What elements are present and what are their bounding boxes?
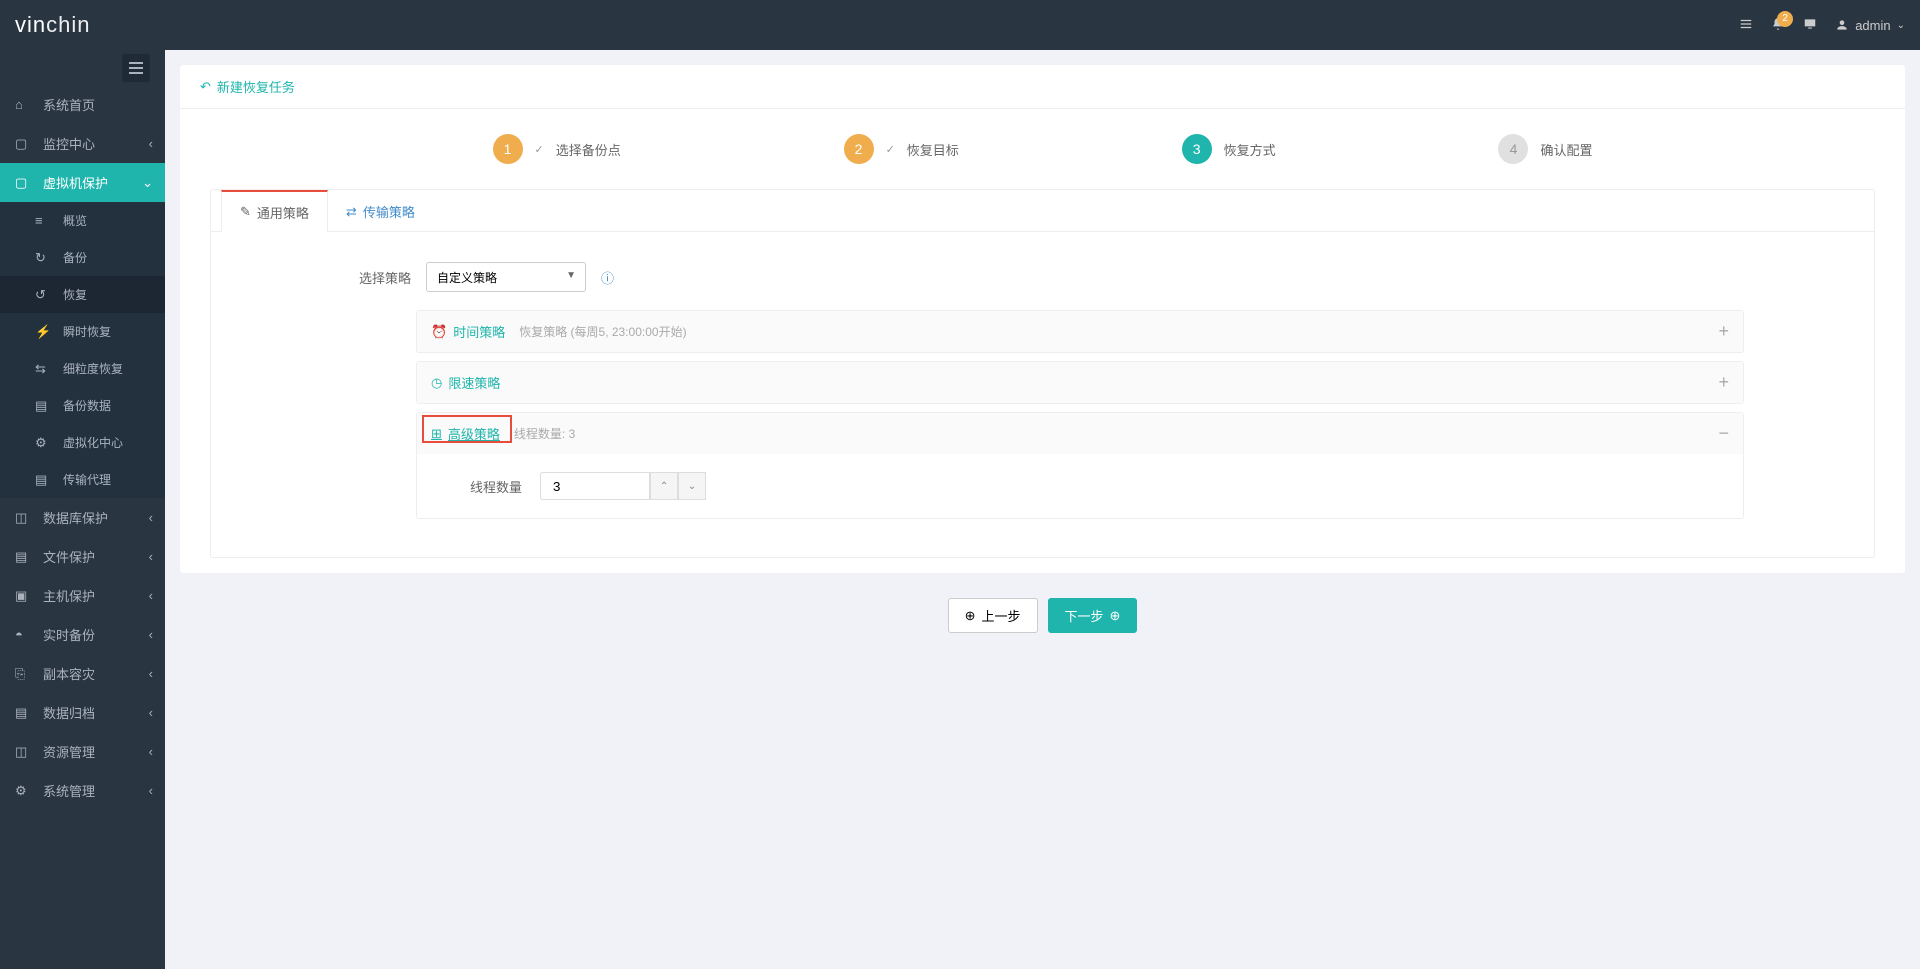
chevron-left-icon: ‹	[149, 783, 153, 798]
strategy-label: 选择策略	[341, 268, 411, 287]
file-icon: ▤	[15, 549, 33, 565]
step-3[interactable]: 3 恢复方式	[1182, 134, 1276, 164]
archive-icon: ▤	[15, 705, 33, 721]
sidebar-item-replica[interactable]: ⎘副本容灾‹	[0, 654, 165, 693]
plus-icon: +	[1718, 372, 1729, 393]
granular-icon: ⇆	[35, 361, 53, 377]
panel-speed-header[interactable]: ◷限速策略 +	[417, 362, 1743, 403]
chevron-left-icon: ‹	[149, 588, 153, 603]
data-icon: ▤	[35, 398, 53, 414]
notification-badge: 2	[1777, 11, 1793, 27]
back-arrow-icon: ↶	[200, 79, 211, 95]
prev-button[interactable]: ⊕ 上一步	[948, 598, 1038, 633]
sidebar-sub-instant[interactable]: ⚡瞬时恢复	[0, 313, 165, 350]
sidebar-toggle-button[interactable]	[122, 54, 150, 82]
upload-icon: ↻	[35, 250, 53, 266]
sidebar-sub-restore[interactable]: ↺恢复	[0, 276, 165, 313]
check-icon: ✓	[886, 143, 895, 156]
logo: vinchin	[15, 12, 90, 38]
step-2[interactable]: 2 ✓ 恢复目标	[844, 134, 959, 164]
sidebar-item-system[interactable]: ⚙系统管理‹	[0, 771, 165, 810]
chevron-left-icon: ‹	[149, 510, 153, 525]
home-icon: ⌂	[15, 97, 33, 112]
sidebar-item-file[interactable]: ▤文件保护‹	[0, 537, 165, 576]
arrow-right-icon: ⊕	[1110, 608, 1121, 624]
spinner-up-button[interactable]: ⌃	[650, 472, 678, 500]
app-header: vinchin 2 admin ⌄	[0, 0, 1920, 50]
user-icon	[1835, 18, 1849, 32]
plus-icon: +	[1718, 321, 1729, 342]
step-4: 4 确认配置	[1498, 134, 1592, 164]
sidebar-sub-data[interactable]: ▤备份数据	[0, 387, 165, 424]
sidebar-item-archive[interactable]: ▤数据归档‹	[0, 693, 165, 732]
step-1[interactable]: 1 ✓ 选择备份点	[493, 134, 621, 164]
sidebar: ⌂ 系统首页 ▢ 监控中心 ‹ ▢ 虚拟机保护 ⌄ ≡概览 ↻备份 ↺恢复 ⚡瞬…	[0, 50, 165, 969]
sidebar-sub-overview[interactable]: ≡概览	[0, 202, 165, 239]
username: admin	[1855, 18, 1890, 33]
wizard-steps: 1 ✓ 选择备份点 2 ✓ 恢复目标 3 恢复方式 4	[493, 124, 1593, 189]
info-icon[interactable]: ⓘ	[601, 268, 614, 287]
clock-icon: ⏰	[431, 324, 447, 340]
chevron-left-icon: ‹	[149, 549, 153, 564]
flash-icon: ⚡	[35, 324, 53, 340]
chevron-left-icon: ‹	[149, 744, 153, 759]
sidebar-item-vm-protect[interactable]: ▢ 虚拟机保护 ⌄	[0, 163, 165, 202]
user-menu[interactable]: admin ⌄	[1835, 18, 1905, 33]
pencil-icon: ✎	[240, 204, 251, 220]
sidebar-sub-granular[interactable]: ⇆细粒度恢复	[0, 350, 165, 387]
host-icon: ▣	[15, 588, 33, 604]
chevron-left-icon: ‹	[149, 705, 153, 720]
monitor-icon: ▢	[15, 136, 33, 152]
chevron-left-icon: ‹	[149, 136, 153, 151]
sidebar-item-realtime[interactable]: ◓实时备份‹	[0, 615, 165, 654]
check-icon: ✓	[535, 143, 544, 156]
chevron-down-icon: ⌄	[1897, 20, 1905, 31]
resource-icon: ◫	[15, 744, 33, 760]
sidebar-sub-vcenter[interactable]: ⚙虚拟化中心	[0, 424, 165, 461]
shield-icon: ◓	[15, 627, 33, 642]
sidebar-sub-agent[interactable]: ▤传输代理	[0, 461, 165, 498]
thread-label: 线程数量	[470, 477, 522, 496]
tab-transfer[interactable]: ⇄ 传输策略	[328, 190, 433, 231]
gear-icon: ⚙	[35, 435, 53, 451]
sidebar-item-home[interactable]: ⌂ 系统首页	[0, 85, 165, 124]
next-button[interactable]: 下一步 ⊕	[1048, 598, 1138, 633]
vm-icon: ▢	[15, 175, 33, 191]
tasks-icon[interactable]	[1739, 17, 1753, 34]
page-title: ↶ 新建恢复任务	[180, 65, 1905, 109]
panel-advanced: ⊞高级策略 线程数量: 3 − 线程数量	[416, 412, 1744, 519]
notification-icon[interactable]: 2	[1771, 17, 1785, 34]
chevron-left-icon: ‹	[149, 627, 153, 642]
monitor-icon[interactable]	[1803, 17, 1817, 34]
thread-input[interactable]	[540, 472, 650, 500]
chevron-down-icon: ⌄	[142, 175, 153, 191]
sidebar-item-db[interactable]: ◫数据库保护‹	[0, 498, 165, 537]
tab-general[interactable]: ✎ 通用策略	[221, 190, 328, 232]
sidebar-sub-backup[interactable]: ↻备份	[0, 239, 165, 276]
arrow-left-icon: ⊕	[965, 608, 976, 624]
restore-icon: ↺	[35, 287, 53, 303]
panel-time: ⏰时间策略 恢复策略 (每周5, 23:00:00开始) +	[416, 310, 1744, 353]
spinner-down-button[interactable]: ⌄	[678, 472, 706, 500]
grid-icon: ⊞	[431, 426, 442, 442]
panel-time-header[interactable]: ⏰时间策略 恢复策略 (每周5, 23:00:00开始) +	[417, 311, 1743, 352]
chevron-left-icon: ‹	[149, 666, 153, 681]
minus-icon: −	[1718, 423, 1729, 444]
panel-advanced-header[interactable]: ⊞高级策略 线程数量: 3 −	[417, 413, 1743, 454]
settings-icon: ⚙	[15, 783, 33, 799]
list-icon: ≡	[35, 213, 53, 228]
strategy-select[interactable]	[426, 262, 586, 292]
agent-icon: ▤	[35, 472, 53, 488]
sidebar-item-resource[interactable]: ◫资源管理‹	[0, 732, 165, 771]
copy-icon: ⎘	[15, 666, 33, 682]
sidebar-item-monitor[interactable]: ▢ 监控中心 ‹	[0, 124, 165, 163]
gauge-icon: ◷	[431, 375, 442, 391]
sidebar-item-host[interactable]: ▣主机保护‹	[0, 576, 165, 615]
panel-speed: ◷限速策略 +	[416, 361, 1744, 404]
db-icon: ◫	[15, 510, 33, 526]
transfer-icon: ⇄	[346, 204, 357, 220]
